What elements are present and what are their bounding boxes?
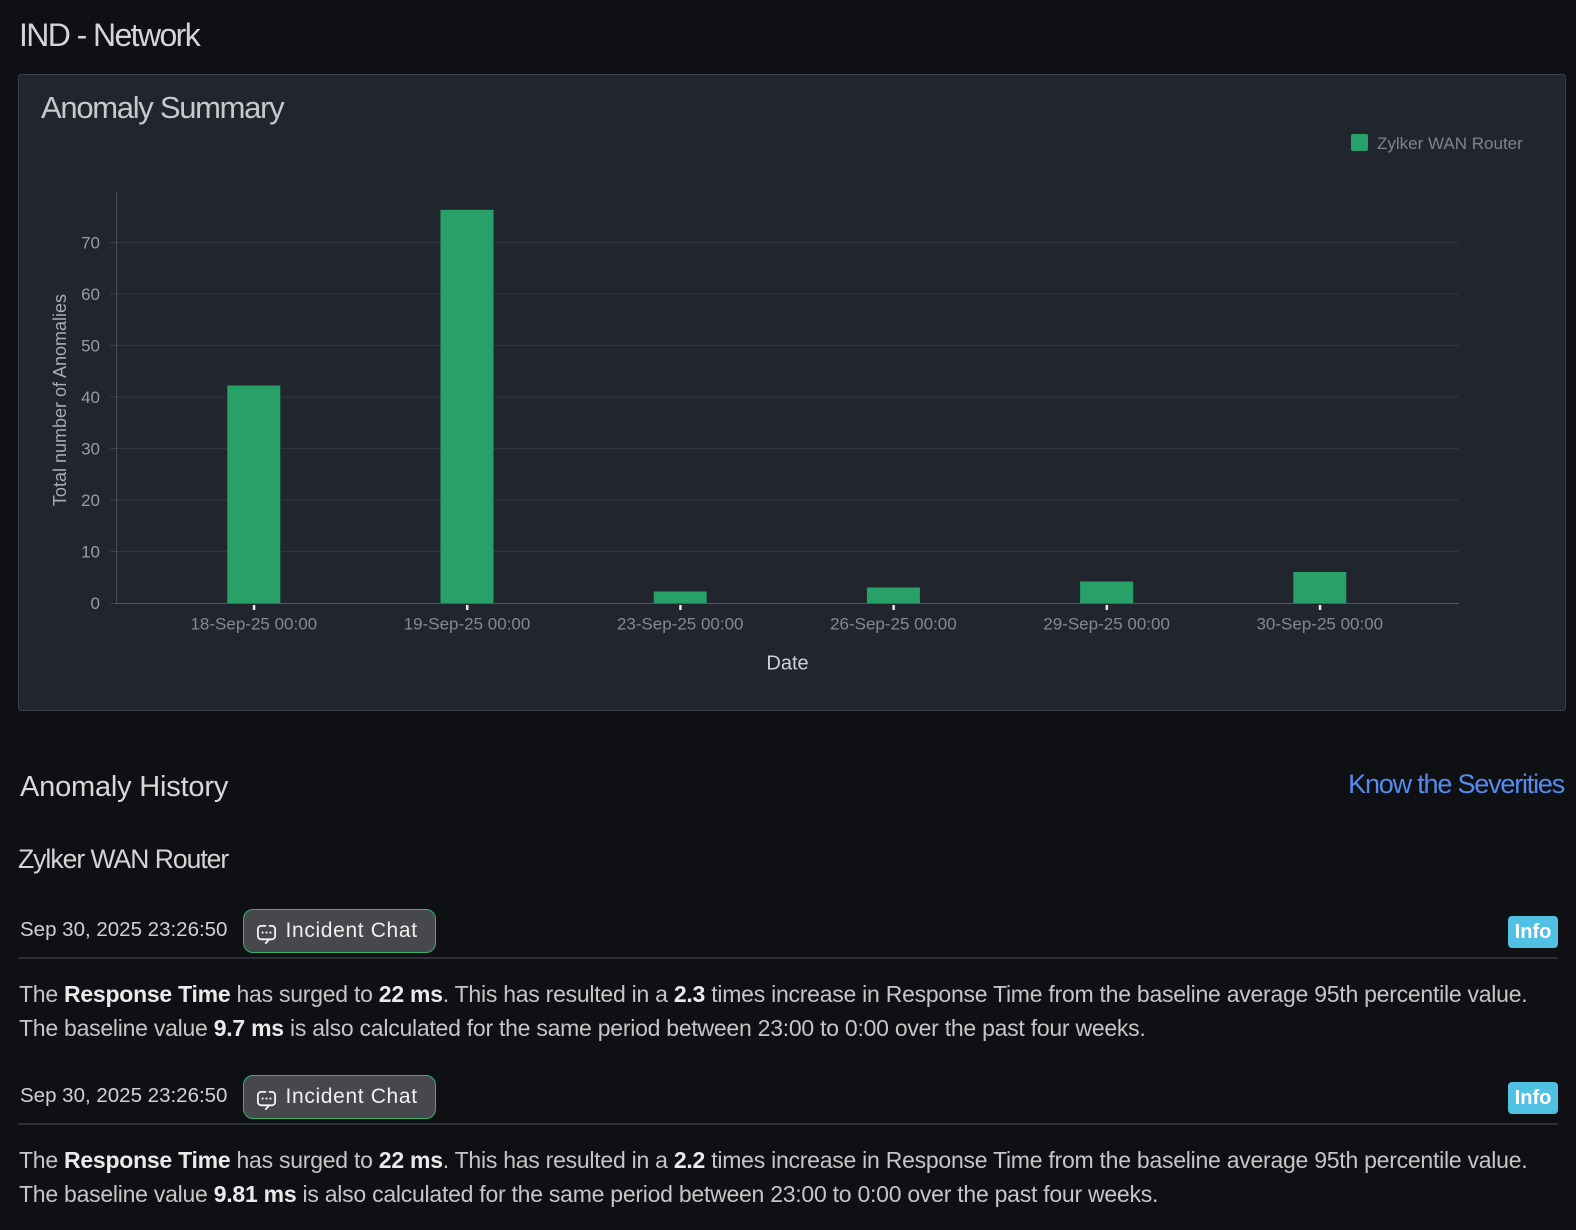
svg-text:60: 60 <box>81 285 100 304</box>
svg-text:29-Sep-25 00:00: 29-Sep-25 00:00 <box>1043 615 1170 634</box>
svg-text:Anomaly Summary: Anomaly Summary <box>41 90 285 125</box>
svg-text:10: 10 <box>81 543 100 562</box>
svg-text:50: 50 <box>81 337 100 356</box>
svg-text:18-Sep-25 00:00: 18-Sep-25 00:00 <box>190 615 317 634</box>
svg-text:30-Sep-25 00:00: 30-Sep-25 00:00 <box>1256 615 1383 634</box>
svg-text:40: 40 <box>81 388 100 407</box>
svg-text:70: 70 <box>81 234 100 253</box>
svg-text:0: 0 <box>91 594 100 613</box>
svg-text:Date: Date <box>766 653 808 675</box>
svg-text:Total number of Anomalies: Total number of Anomalies <box>50 294 70 506</box>
svg-text:26-Sep-25 00:00: 26-Sep-25 00:00 <box>830 615 957 634</box>
svg-text:19-Sep-25 00:00: 19-Sep-25 00:00 <box>404 615 531 634</box>
svg-text:30: 30 <box>81 440 100 459</box>
svg-text:23-Sep-25 00:00: 23-Sep-25 00:00 <box>617 615 744 634</box>
svg-text:Zylker WAN Router: Zylker WAN Router <box>1377 134 1523 153</box>
svg-text:20: 20 <box>81 491 100 510</box>
